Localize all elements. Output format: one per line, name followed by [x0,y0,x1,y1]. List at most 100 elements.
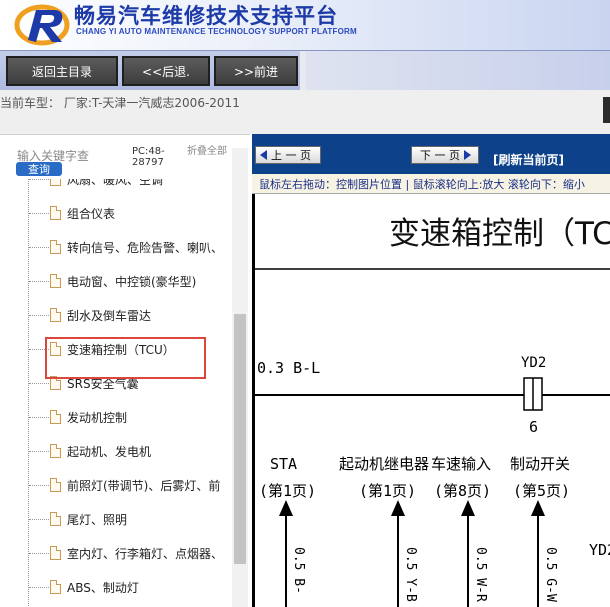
tree-item-label: 组合仪表 [67,206,116,221]
tree-branch-line [29,553,49,554]
wire-left-label: 0.3 B-L [257,359,320,377]
tree-branch-line [29,417,49,418]
tree-scrollbar[interactable] [232,148,248,607]
signal-page: (第8页) [434,482,491,500]
arrow-up-icon [461,500,475,516]
arrow-up-icon [391,500,405,516]
tree-item[interactable]: 刮水及倒车雷达 [50,305,151,325]
signal-page: (第1页) [259,482,316,500]
arrow-right-icon [464,150,471,160]
current-model-label: 当前车型： 厂家:T-天津一汽威志2006-2011 [0,96,240,110]
signal-wire-label: 0.5 B- [291,547,306,594]
prev-page-button[interactable]: 上 一 页 [255,146,321,164]
tree-item[interactable]: ABS、制动灯 [50,577,139,597]
signal-name: 制动开关 [510,455,570,473]
back-button[interactable]: <<后退. [122,56,210,86]
diagram-drawing: 0.3 B-L YD2 6 YD2 STA (第1页) 0.5 B- 起动机继电… [255,268,610,607]
home-button[interactable]: 返回主目录 [6,56,118,86]
tree-item[interactable]: 组合仪表 [50,203,115,223]
document-icon [50,580,61,594]
diagram-viewer: 上 一 页 下 一 页 [刷新当前页] 鼠标左右拖动：控制图片位置 | 鼠标滚轮… [252,134,610,607]
document-icon [50,206,61,220]
tree-branch-line [29,247,49,248]
tree-item-label: 尾灯、照明 [67,512,128,527]
search-button[interactable]: 查询 [16,162,62,176]
signal-page: (第5页) [513,482,570,500]
scrollbar-thumb[interactable] [234,314,246,564]
app-title: 畅易汽车维修技术支持平台 [74,4,338,28]
connector-label: YD2 [521,355,546,371]
tree-list: 风扇、暖风、空调组合仪表转向信号、危险告警、喇叭、 电动窗、中控锁(豪华型) 刮水及… [0,179,232,607]
signal-wire-label: 0.5 G-W [543,547,558,602]
tree-item[interactable]: 尾灯、照明 [50,509,127,529]
pin-label: 6 [529,418,538,436]
tree-item[interactable]: 电动窗、中控锁(豪华型) [50,271,196,291]
document-icon [50,478,61,492]
header: 畅易汽车维修技术支持平台 CHANG YI AUTO MAINTENANCE T… [0,0,610,50]
signal-1: 起动机继电器 (第1页) 0.5 Y-B [339,455,429,607]
signal-wire-label: 0.5 W-R [473,547,488,602]
document-icon [50,444,61,458]
signal-3: 制动开关 (第5页) 0.5 G-W [510,455,570,607]
tree-item[interactable]: 发动机控制 [50,407,127,427]
signal-wire-label: 0.5 Y-B [403,547,418,602]
fold-all-link[interactable]: 折叠全部 [187,146,227,157]
document-icon [50,179,61,186]
forward-button[interactable]: >>前进 [214,56,298,86]
tree-branch-line [29,587,49,588]
arrow-up-icon [531,500,545,516]
tree-branch-line [29,383,49,384]
car-info-row: 当前车型： 厂家:T-天津一汽威志2006-2011 [0,90,610,134]
signal-name: STA [270,455,297,473]
tree-item-label: 前照灯(带调节)、后雾灯、前 [67,478,221,493]
pc-code-label: PC:48-28797 [132,146,165,168]
refresh-page-link[interactable]: [刷新当前页] [493,151,564,168]
toolbar-edge [603,97,610,123]
tree-guide-line [28,179,29,607]
tree-item[interactable]: 前照灯(带调节)、后雾灯、前 [50,475,220,495]
tree-branch-line [29,213,49,214]
document-icon [50,240,61,254]
tree-branch-line [29,315,49,316]
arrow-up-icon [279,500,293,516]
tree-item-label: 刮水及倒车雷达 [67,308,152,323]
signal-2: 车速输入 (第8页) 0.5 W-R [431,455,491,607]
tree-item-label: 转向信号、危险告警、喇叭、 [67,240,224,255]
arrow-left-icon [260,150,267,160]
tree-branch-line [29,485,49,486]
left-panel: 输入关键字查 查询 PC:48-28797 折叠全部 风扇、暖风、空调 组合仪表转… [0,134,250,607]
wiring-diagram[interactable]: 变速箱控制（TCU 0.3 B-L YD2 6 YD2 STA (第1页) 0.… [252,194,610,607]
viewer-hint: 鼠标左右拖动：控制图片位置 | 鼠标滚轮向上:放大 滚轮向下：缩小 [252,174,610,194]
tree-item[interactable]: 起动机、发电机 [50,441,151,461]
nav-filler [306,51,610,91]
tree-item-label: 风扇、暖风、空调 [67,179,164,187]
document-icon [50,512,61,526]
document-icon [50,274,61,288]
tree-item[interactable]: 风扇、暖风、空调 [50,179,163,189]
signal-page: (第1页) [359,482,416,500]
viewer-toolbar: 上 一 页 下 一 页 [刷新当前页] [252,134,610,174]
right-connector-label: YD2 [589,541,610,559]
tree-item[interactable]: 转向信号、危险告警、喇叭、 [50,237,223,257]
document-icon [50,410,61,424]
document-icon [50,308,61,322]
app-subtitle: CHANG YI AUTO MAINTENANCE TECHNOLOGY SUP… [76,27,357,36]
tree-item-label: 电动窗、中控锁(豪华型) [67,274,197,289]
nav-bar: 返回主目录 <<后退. >>前进 [0,50,610,91]
next-page-button[interactable]: 下 一 页 [411,146,479,164]
signal-0: STA (第1页) 0.5 B- [259,455,316,607]
document-icon [50,546,61,560]
tree-item-label: 发动机控制 [67,410,128,425]
tree-item[interactable]: 室内灯、行李箱灯、点烟器、 [50,543,223,563]
selected-item-highlight [45,337,206,379]
logo-icon [14,4,70,46]
tree-item-label: 室内灯、行李箱灯、点烟器、 [67,546,224,561]
prev-page-label: 上 一 页 [271,149,311,162]
signal-name: 车速输入 [431,455,491,473]
tree-branch-line [29,451,49,452]
tree-branch-line [29,519,49,520]
tree-item-label: ABS、制动灯 [67,580,139,595]
signal-name: 起动机继电器 [339,455,429,473]
next-page-label: 下 一 页 [420,149,460,162]
tree-item-label: 起动机、发电机 [67,444,152,459]
